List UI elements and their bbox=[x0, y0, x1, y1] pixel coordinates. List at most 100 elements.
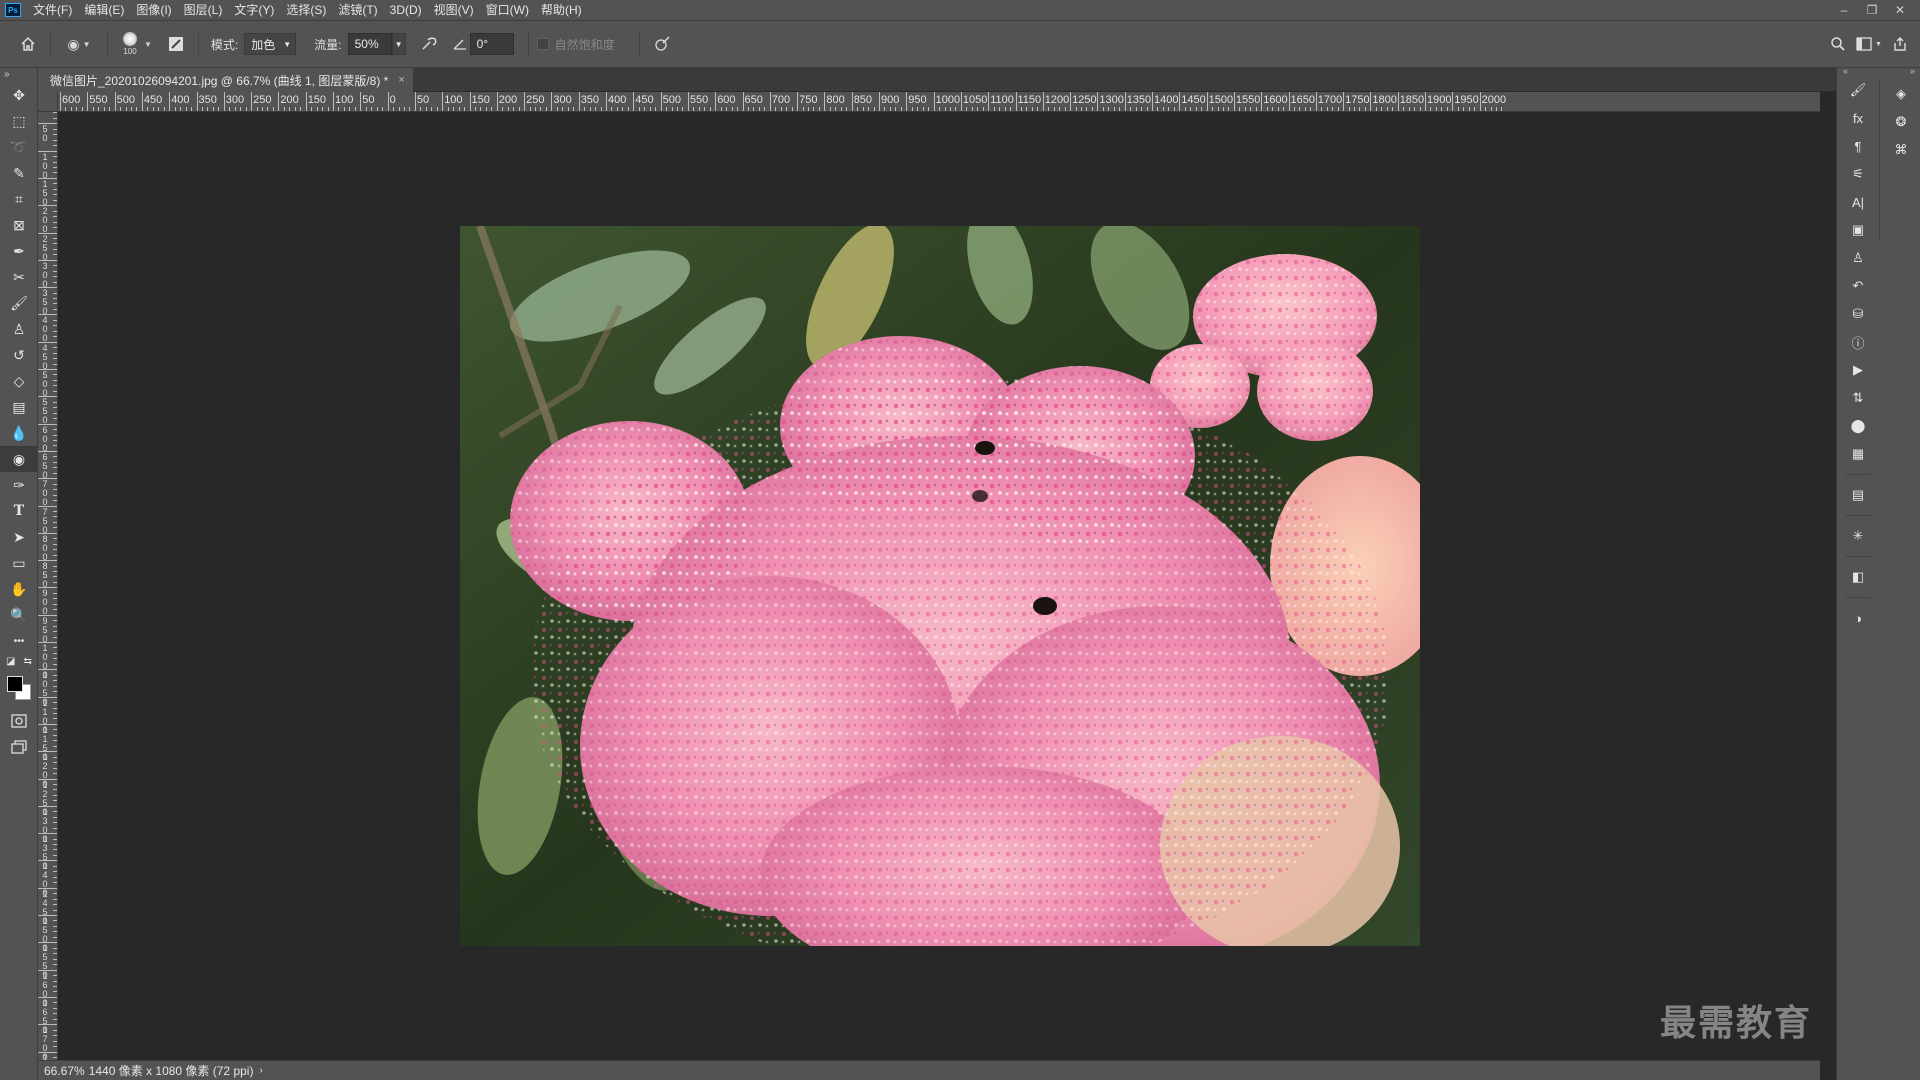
swatches-icon[interactable]: ▦ bbox=[1837, 440, 1879, 468]
angle-field[interactable]: 0° bbox=[469, 33, 514, 55]
menu-item[interactable]: 选择(S) bbox=[280, 0, 332, 20]
paragraph-icon[interactable]: ¶ bbox=[1837, 132, 1879, 160]
eyedropper-tool[interactable]: ✒ bbox=[0, 238, 38, 264]
close-button[interactable]: ✕ bbox=[1886, 0, 1914, 20]
3d-icon[interactable]: ⬤ bbox=[1837, 412, 1879, 440]
menu-item[interactable]: 窗口(W) bbox=[480, 0, 535, 20]
flow-dropdown[interactable]: ▼ bbox=[391, 33, 406, 55]
brush-settings-toggle-icon[interactable] bbox=[162, 30, 190, 58]
ruler-minor-tick bbox=[53, 625, 57, 627]
ruler-origin[interactable] bbox=[38, 92, 58, 112]
vibrance-checkbox[interactable] bbox=[536, 38, 549, 50]
search-icon[interactable] bbox=[1824, 30, 1852, 58]
menu-item[interactable]: 视图(V) bbox=[428, 0, 480, 20]
screen-mode-icon[interactable] bbox=[0, 734, 38, 760]
navigator-icon[interactable]: ✳ bbox=[1837, 522, 1879, 550]
crop-tool[interactable]: ⌗ bbox=[0, 186, 38, 212]
timeline-icon[interactable]: ⇅ bbox=[1837, 384, 1879, 412]
ruler-tick bbox=[38, 532, 57, 534]
ruler-minor-tick bbox=[1081, 107, 1083, 111]
blur-tool[interactable]: 💧 bbox=[0, 420, 38, 446]
pen-tool[interactable]: ✑ bbox=[0, 472, 38, 498]
quick-select-tool[interactable]: ✎ bbox=[0, 160, 38, 186]
type-tool[interactable]: T bbox=[0, 498, 38, 524]
more-tools[interactable]: ••• bbox=[0, 628, 38, 654]
path-select-tool[interactable]: ➤ bbox=[0, 524, 38, 550]
hand-tool[interactable]: ✋ bbox=[0, 576, 38, 602]
share-icon[interactable] bbox=[1886, 30, 1914, 58]
ruler-minor-tick bbox=[1283, 107, 1285, 111]
frame-tool[interactable]: ⊠ bbox=[0, 212, 38, 238]
minimize-button[interactable]: – bbox=[1830, 0, 1858, 20]
libraries-icon[interactable]: ⛁ bbox=[1837, 300, 1879, 328]
status-menu-arrow[interactable]: › bbox=[259, 1065, 262, 1076]
ruler-label: 350 bbox=[42, 288, 48, 317]
menu-item[interactable]: 编辑(E) bbox=[78, 0, 130, 20]
canvas-area[interactable]: 最需教育 bbox=[58, 112, 1820, 1060]
clone-source-icon[interactable]: ♙ bbox=[1837, 244, 1879, 272]
channels-icon[interactable]: ❂ bbox=[1880, 108, 1920, 136]
ruler-minor-tick bbox=[53, 243, 57, 245]
paths-icon[interactable]: ⌘ bbox=[1880, 136, 1920, 164]
eraser-tool[interactable]: ◇ bbox=[0, 368, 38, 394]
workspace-icon[interactable]: ▼ bbox=[1852, 30, 1886, 58]
menu-item[interactable]: 图层(L) bbox=[178, 0, 229, 20]
ruler-minor-tick bbox=[895, 107, 897, 111]
menu-item[interactable]: 文字(Y) bbox=[228, 0, 280, 20]
menu-item[interactable]: 3D(D) bbox=[384, 0, 428, 20]
chevron-down-icon[interactable]: ▼ bbox=[144, 40, 152, 49]
zoom-tool[interactable]: 🔍 bbox=[0, 602, 38, 628]
home-icon[interactable] bbox=[14, 30, 42, 58]
default-colors-icon[interactable]: ◪ bbox=[6, 656, 15, 667]
color-icon[interactable]: ◑ bbox=[1837, 604, 1879, 632]
info-icon[interactable]: ⓘ bbox=[1837, 328, 1879, 356]
ruler-minor-tick bbox=[53, 254, 57, 256]
brush-settings-icon[interactable]: 🖌 bbox=[1837, 76, 1879, 104]
zoom-level[interactable]: 66.67% bbox=[44, 1064, 85, 1078]
notes-icon[interactable]: ▤ bbox=[1837, 481, 1879, 509]
foreground-color-swatch[interactable] bbox=[7, 676, 23, 692]
brush-tool[interactable]: 🖌 bbox=[0, 290, 38, 316]
menu-item[interactable]: 滤镜(T) bbox=[332, 0, 383, 20]
properties-icon[interactable]: ▣ bbox=[1837, 216, 1879, 244]
flow-field[interactable]: 50% bbox=[347, 33, 392, 55]
ruler-tick bbox=[38, 942, 57, 944]
styles-fx-icon[interactable]: fx bbox=[1837, 104, 1879, 132]
history-brush-tool[interactable]: ↺ bbox=[0, 342, 38, 368]
brush-preset-picker[interactable]: 100 bbox=[116, 28, 144, 60]
layers-icon[interactable]: ◈ bbox=[1880, 80, 1920, 108]
character-icon[interactable]: A| bbox=[1837, 188, 1879, 216]
tool-preset-picker[interactable]: ◉ ▼ bbox=[59, 30, 99, 58]
clone-stamp-tool[interactable]: ♙ bbox=[0, 316, 38, 342]
rectangle-tool[interactable]: ▭ bbox=[0, 550, 38, 576]
ruler-tick bbox=[38, 369, 57, 370]
quick-mask-icon[interactable] bbox=[0, 708, 38, 734]
lasso-tool[interactable]: ➰ bbox=[0, 134, 38, 160]
menu-item[interactable]: 帮助(H) bbox=[535, 0, 588, 20]
pressure-size-icon[interactable] bbox=[648, 30, 676, 58]
swap-colors-icon[interactable]: ◪ ⇆ bbox=[0, 654, 38, 668]
document-tab[interactable]: 微信图片_20201026094201.jpg @ 66.7% (曲线 1, 图… bbox=[38, 68, 413, 92]
ruler-minor-tick bbox=[53, 156, 57, 158]
collapse-tools-icon[interactable]: » bbox=[0, 68, 37, 82]
history-icon[interactable]: ↶ bbox=[1837, 272, 1879, 300]
ruler-minor-tick bbox=[53, 445, 57, 447]
gradient-tool[interactable]: ▤ bbox=[0, 394, 38, 420]
adjustments-icon[interactable]: ⚟ bbox=[1837, 160, 1879, 188]
move-tool[interactable]: ✥ bbox=[0, 82, 38, 108]
vertical-ruler[interactable]: 0501001502002503003504004505005506006507… bbox=[38, 112, 58, 1060]
measurement-icon[interactable]: ◧ bbox=[1837, 563, 1879, 591]
sponge-tool[interactable]: ◉ bbox=[0, 446, 38, 472]
menu-item[interactable]: 文件(F) bbox=[27, 0, 78, 20]
menu-item[interactable]: 图像(I) bbox=[130, 0, 177, 20]
close-tab-icon[interactable]: × bbox=[398, 74, 404, 86]
mode-select[interactable]: 加色 ▼ bbox=[244, 33, 297, 55]
healing-tool[interactable]: ✂ bbox=[0, 264, 38, 290]
document-image[interactable] bbox=[460, 226, 1420, 946]
actions-play-icon[interactable]: ▶ bbox=[1837, 356, 1879, 384]
horizontal-ruler[interactable]: 600 550 500 450 400 350 300 250 200 150 100 50 0 50 10… bbox=[58, 92, 1820, 112]
airbrush-icon[interactable] bbox=[416, 30, 444, 58]
restore-button[interactable]: ❐ bbox=[1858, 0, 1886, 20]
marquee-tool[interactable]: ⬚ bbox=[0, 108, 38, 134]
ruler-minor-tick bbox=[53, 598, 57, 600]
